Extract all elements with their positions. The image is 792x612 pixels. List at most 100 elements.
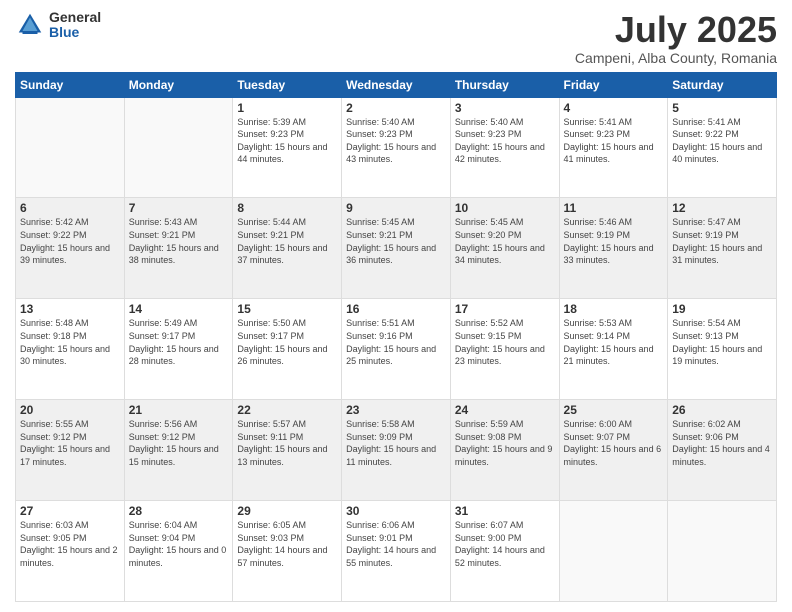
- table-row: 6Sunrise: 5:42 AM Sunset: 9:22 PM Daylig…: [16, 198, 125, 299]
- day-info: Sunrise: 5:43 AM Sunset: 9:21 PM Dayligh…: [129, 216, 229, 266]
- day-info: Sunrise: 5:45 AM Sunset: 9:20 PM Dayligh…: [455, 216, 555, 266]
- day-number: 11: [564, 201, 664, 215]
- header-monday: Monday: [124, 72, 233, 97]
- day-number: 24: [455, 403, 555, 417]
- logo-general-text: General: [49, 10, 101, 25]
- day-number: 14: [129, 302, 229, 316]
- table-row: 3Sunrise: 5:40 AM Sunset: 9:23 PM Daylig…: [450, 97, 559, 198]
- calendar-week-row: 20Sunrise: 5:55 AM Sunset: 9:12 PM Dayli…: [16, 400, 777, 501]
- day-info: Sunrise: 5:56 AM Sunset: 9:12 PM Dayligh…: [129, 418, 229, 468]
- day-info: Sunrise: 6:04 AM Sunset: 9:04 PM Dayligh…: [129, 519, 229, 569]
- table-row: 4Sunrise: 5:41 AM Sunset: 9:23 PM Daylig…: [559, 97, 668, 198]
- day-info: Sunrise: 5:54 AM Sunset: 9:13 PM Dayligh…: [672, 317, 772, 367]
- day-number: 30: [346, 504, 446, 518]
- day-info: Sunrise: 5:42 AM Sunset: 9:22 PM Dayligh…: [20, 216, 120, 266]
- header: General Blue July 2025 Campeni, Alba Cou…: [15, 10, 777, 66]
- table-row: 1Sunrise: 5:39 AM Sunset: 9:23 PM Daylig…: [233, 97, 342, 198]
- day-info: Sunrise: 5:53 AM Sunset: 9:14 PM Dayligh…: [564, 317, 664, 367]
- day-number: 28: [129, 504, 229, 518]
- day-info: Sunrise: 5:41 AM Sunset: 9:22 PM Dayligh…: [672, 116, 772, 166]
- subtitle: Campeni, Alba County, Romania: [575, 50, 777, 66]
- table-row: 2Sunrise: 5:40 AM Sunset: 9:23 PM Daylig…: [342, 97, 451, 198]
- table-row: 8Sunrise: 5:44 AM Sunset: 9:21 PM Daylig…: [233, 198, 342, 299]
- day-number: 12: [672, 201, 772, 215]
- main-title: July 2025: [575, 10, 777, 50]
- calendar-header-row: Sunday Monday Tuesday Wednesday Thursday…: [16, 72, 777, 97]
- day-info: Sunrise: 5:48 AM Sunset: 9:18 PM Dayligh…: [20, 317, 120, 367]
- table-row: 30Sunrise: 6:06 AM Sunset: 9:01 PM Dayli…: [342, 501, 451, 602]
- header-wednesday: Wednesday: [342, 72, 451, 97]
- day-number: 3: [455, 101, 555, 115]
- day-info: Sunrise: 6:02 AM Sunset: 9:06 PM Dayligh…: [672, 418, 772, 468]
- day-number: 5: [672, 101, 772, 115]
- day-number: 13: [20, 302, 120, 316]
- calendar-week-row: 13Sunrise: 5:48 AM Sunset: 9:18 PM Dayli…: [16, 299, 777, 400]
- table-row: 26Sunrise: 6:02 AM Sunset: 9:06 PM Dayli…: [668, 400, 777, 501]
- table-row: 21Sunrise: 5:56 AM Sunset: 9:12 PM Dayli…: [124, 400, 233, 501]
- day-number: 8: [237, 201, 337, 215]
- day-info: Sunrise: 5:44 AM Sunset: 9:21 PM Dayligh…: [237, 216, 337, 266]
- table-row: 20Sunrise: 5:55 AM Sunset: 9:12 PM Dayli…: [16, 400, 125, 501]
- header-friday: Friday: [559, 72, 668, 97]
- table-row: 28Sunrise: 6:04 AM Sunset: 9:04 PM Dayli…: [124, 501, 233, 602]
- day-number: 19: [672, 302, 772, 316]
- day-number: 20: [20, 403, 120, 417]
- day-info: Sunrise: 6:06 AM Sunset: 9:01 PM Dayligh…: [346, 519, 446, 569]
- table-row: 18Sunrise: 5:53 AM Sunset: 9:14 PM Dayli…: [559, 299, 668, 400]
- logo-text: General Blue: [49, 10, 101, 41]
- day-info: Sunrise: 6:03 AM Sunset: 9:05 PM Dayligh…: [20, 519, 120, 569]
- day-number: 9: [346, 201, 446, 215]
- table-row: 15Sunrise: 5:50 AM Sunset: 9:17 PM Dayli…: [233, 299, 342, 400]
- table-row: [559, 501, 668, 602]
- table-row: 13Sunrise: 5:48 AM Sunset: 9:18 PM Dayli…: [16, 299, 125, 400]
- table-row: 10Sunrise: 5:45 AM Sunset: 9:20 PM Dayli…: [450, 198, 559, 299]
- calendar-table: Sunday Monday Tuesday Wednesday Thursday…: [15, 72, 777, 602]
- day-info: Sunrise: 5:40 AM Sunset: 9:23 PM Dayligh…: [346, 116, 446, 166]
- table-row: 19Sunrise: 5:54 AM Sunset: 9:13 PM Dayli…: [668, 299, 777, 400]
- table-row: 5Sunrise: 5:41 AM Sunset: 9:22 PM Daylig…: [668, 97, 777, 198]
- day-info: Sunrise: 5:50 AM Sunset: 9:17 PM Dayligh…: [237, 317, 337, 367]
- table-row: 12Sunrise: 5:47 AM Sunset: 9:19 PM Dayli…: [668, 198, 777, 299]
- calendar-week-row: 1Sunrise: 5:39 AM Sunset: 9:23 PM Daylig…: [16, 97, 777, 198]
- day-info: Sunrise: 5:46 AM Sunset: 9:19 PM Dayligh…: [564, 216, 664, 266]
- day-number: 7: [129, 201, 229, 215]
- day-info: Sunrise: 5:57 AM Sunset: 9:11 PM Dayligh…: [237, 418, 337, 468]
- day-number: 1: [237, 101, 337, 115]
- table-row: 23Sunrise: 5:58 AM Sunset: 9:09 PM Dayli…: [342, 400, 451, 501]
- day-info: Sunrise: 6:00 AM Sunset: 9:07 PM Dayligh…: [564, 418, 664, 468]
- day-number: 17: [455, 302, 555, 316]
- calendar-week-row: 27Sunrise: 6:03 AM Sunset: 9:05 PM Dayli…: [16, 501, 777, 602]
- header-saturday: Saturday: [668, 72, 777, 97]
- table-row: [124, 97, 233, 198]
- day-number: 31: [455, 504, 555, 518]
- day-number: 18: [564, 302, 664, 316]
- day-info: Sunrise: 5:52 AM Sunset: 9:15 PM Dayligh…: [455, 317, 555, 367]
- day-number: 10: [455, 201, 555, 215]
- day-info: Sunrise: 5:55 AM Sunset: 9:12 PM Dayligh…: [20, 418, 120, 468]
- day-info: Sunrise: 5:40 AM Sunset: 9:23 PM Dayligh…: [455, 116, 555, 166]
- day-number: 22: [237, 403, 337, 417]
- page: General Blue July 2025 Campeni, Alba Cou…: [0, 0, 792, 612]
- day-number: 26: [672, 403, 772, 417]
- day-number: 15: [237, 302, 337, 316]
- day-info: Sunrise: 5:49 AM Sunset: 9:17 PM Dayligh…: [129, 317, 229, 367]
- calendar-week-row: 6Sunrise: 5:42 AM Sunset: 9:22 PM Daylig…: [16, 198, 777, 299]
- table-row: 11Sunrise: 5:46 AM Sunset: 9:19 PM Dayli…: [559, 198, 668, 299]
- day-number: 29: [237, 504, 337, 518]
- table-row: 25Sunrise: 6:00 AM Sunset: 9:07 PM Dayli…: [559, 400, 668, 501]
- table-row: 7Sunrise: 5:43 AM Sunset: 9:21 PM Daylig…: [124, 198, 233, 299]
- day-info: Sunrise: 5:58 AM Sunset: 9:09 PM Dayligh…: [346, 418, 446, 468]
- day-number: 4: [564, 101, 664, 115]
- day-info: Sunrise: 5:45 AM Sunset: 9:21 PM Dayligh…: [346, 216, 446, 266]
- day-number: 23: [346, 403, 446, 417]
- table-row: 24Sunrise: 5:59 AM Sunset: 9:08 PM Dayli…: [450, 400, 559, 501]
- day-number: 25: [564, 403, 664, 417]
- table-row: 31Sunrise: 6:07 AM Sunset: 9:00 PM Dayli…: [450, 501, 559, 602]
- day-number: 6: [20, 201, 120, 215]
- logo-blue-text: Blue: [49, 25, 101, 40]
- day-info: Sunrise: 5:51 AM Sunset: 9:16 PM Dayligh…: [346, 317, 446, 367]
- table-row: 17Sunrise: 5:52 AM Sunset: 9:15 PM Dayli…: [450, 299, 559, 400]
- table-row: 16Sunrise: 5:51 AM Sunset: 9:16 PM Dayli…: [342, 299, 451, 400]
- header-thursday: Thursday: [450, 72, 559, 97]
- table-row: 29Sunrise: 6:05 AM Sunset: 9:03 PM Dayli…: [233, 501, 342, 602]
